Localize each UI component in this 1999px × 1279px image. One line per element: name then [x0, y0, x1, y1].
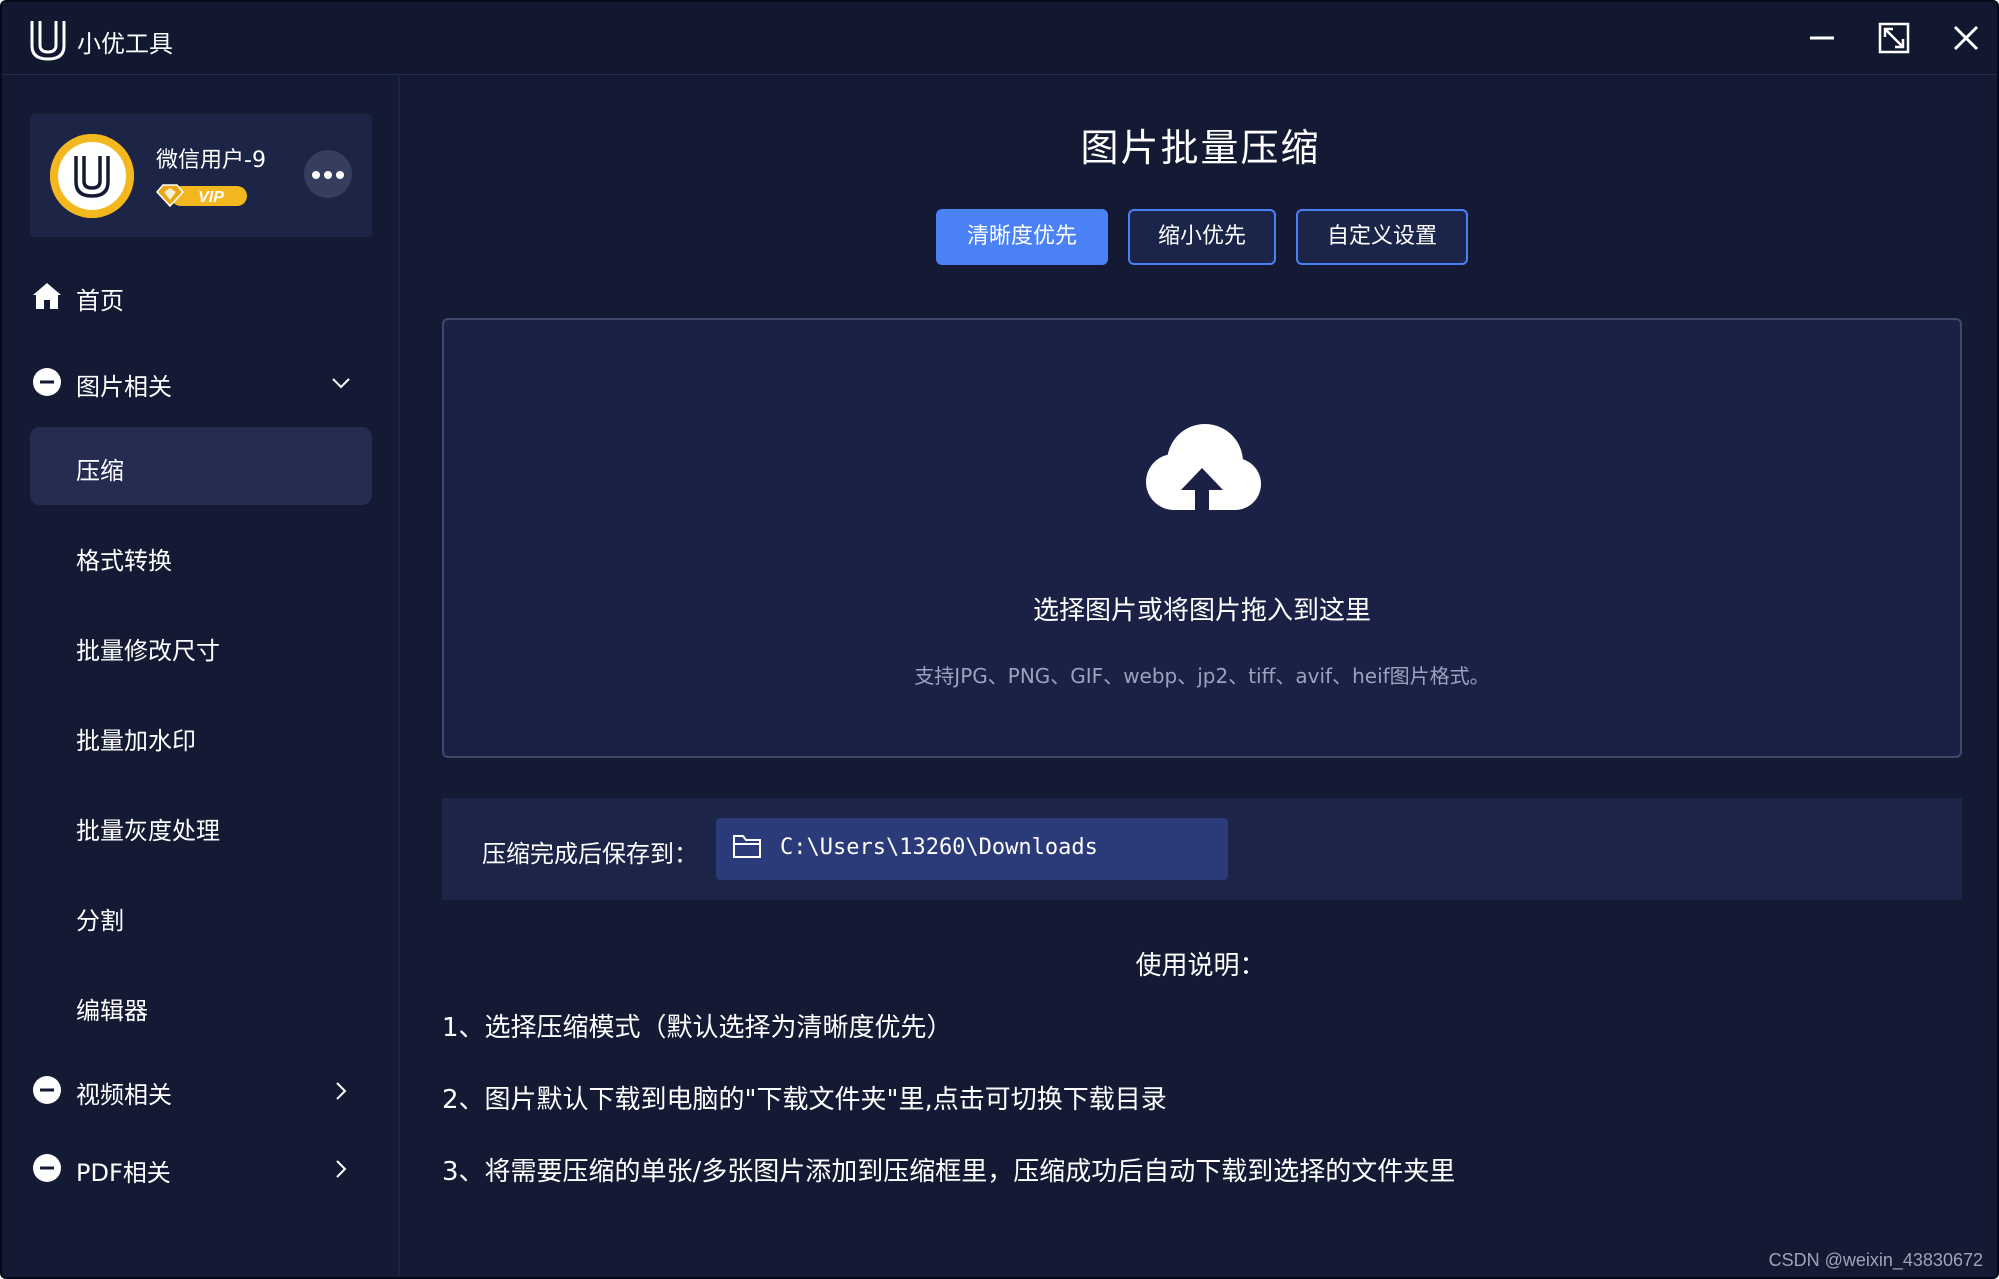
sidebar-item-batch-resize[interactable]: 批量修改尺寸	[30, 607, 372, 685]
mode-button-clarity-first[interactable]: 清晰度优先	[936, 209, 1108, 265]
minus-circle-icon	[33, 1154, 61, 1182]
sidebar-item-label: 压缩	[76, 457, 124, 485]
minimize-icon	[1810, 36, 1834, 40]
sidebar-item-compress[interactable]: 压缩	[30, 427, 372, 505]
sidebar-item-split[interactable]: 分割	[30, 877, 372, 955]
save-location-row: 压缩完成后保存到： C:\Users\13260\Downloads	[442, 798, 1962, 900]
close-icon	[1953, 25, 1979, 51]
maximize-button[interactable]	[1872, 16, 1916, 60]
chevron-down-icon	[332, 378, 350, 389]
vip-badge: VIP	[155, 184, 247, 208]
sidebar-item-label: 批量修改尺寸	[76, 637, 220, 665]
sidebar-item-label: 首页	[76, 287, 124, 315]
sidebar-item-label: 编辑器	[76, 997, 148, 1025]
sidebar-item-label: 批量灰度处理	[76, 817, 220, 845]
save-path-text: C:\Users\13260\Downloads	[780, 835, 1098, 860]
more-options-button[interactable]	[304, 150, 352, 198]
page-title: 图片批量压缩	[1080, 126, 1321, 170]
usage-line: 2、图片默认下载到电脑的"下载文件夹"里,点击可切换下载目录	[442, 1085, 1167, 1115]
sidebar-item-editor[interactable]: 编辑器	[30, 967, 372, 1045]
sidebar-item-home[interactable]: 首页	[30, 266, 372, 326]
sidebar-group-pdf[interactable]: PDF相关	[30, 1138, 372, 1198]
sidebar-group-label: 图片相关	[76, 373, 172, 401]
usage-line: 3、将需要压缩的单张/多张图片添加到压缩框里，压缩成功后自动下载到选择的文件夹里	[442, 1157, 1456, 1187]
sidebar: 微信用户-9 VIP 首页 图片相关 压缩 格式转换 批量修改尺寸 批量加水印 …	[2, 75, 400, 1277]
folder-icon	[733, 835, 761, 858]
avatar[interactable]	[50, 134, 134, 218]
mode-button-custom[interactable]: 自定义设置	[1296, 209, 1468, 265]
sidebar-item-label: 格式转换	[76, 547, 172, 575]
sidebar-item-batch-grayscale[interactable]: 批量灰度处理	[30, 787, 372, 865]
sidebar-group-video[interactable]: 视频相关	[30, 1060, 372, 1120]
main-content: 图片批量压缩 清晰度优先 缩小优先 自定义设置 选择图片或将图片拖入到这里 支持…	[402, 75, 1997, 1277]
sidebar-group-image[interactable]: 图片相关	[30, 352, 372, 412]
minus-circle-icon	[33, 368, 61, 396]
usage-line: 1、选择压缩模式（默认选择为清晰度优先）	[442, 1013, 953, 1043]
sidebar-group-label: 视频相关	[76, 1081, 172, 1109]
vip-badge-label: VIP	[198, 189, 224, 206]
cloud-upload-icon	[1146, 424, 1261, 512]
app-window: 小优工具 微信用户-9 VIP 首页 图片相关 压缩 格式转换 批量修改尺寸 批…	[0, 0, 1999, 1279]
dropzone-supported-formats: 支持JPG、PNG、GIF、webp、jp2、tiff、avif、heif图片格…	[914, 664, 1490, 688]
avatar-logo-icon	[50, 134, 134, 218]
title-bar: 小优工具	[2, 2, 1997, 75]
save-location-label: 压缩完成后保存到：	[482, 840, 698, 868]
chevron-right-icon	[336, 1082, 347, 1100]
mode-button-size-first[interactable]: 缩小优先	[1128, 209, 1276, 265]
sidebar-item-format-convert[interactable]: 格式转换	[30, 517, 372, 595]
upload-dropzone[interactable]: 选择图片或将图片拖入到这里 支持JPG、PNG、GIF、webp、jp2、tif…	[442, 318, 1962, 758]
sidebar-group-label: PDF相关	[76, 1159, 171, 1187]
more-dot	[336, 171, 344, 179]
dropzone-title: 选择图片或将图片拖入到这里	[1032, 596, 1371, 626]
chevron-right-icon	[336, 1160, 347, 1178]
more-dot	[312, 171, 320, 179]
save-path-selector[interactable]: C:\Users\13260\Downloads	[716, 818, 1228, 880]
username: 微信用户-9	[156, 148, 266, 173]
minimize-button[interactable]	[1800, 16, 1844, 60]
app-logo-icon	[30, 21, 66, 61]
sidebar-item-label: 批量加水印	[76, 727, 196, 755]
sidebar-item-label: 分割	[76, 907, 124, 935]
close-button[interactable]	[1944, 16, 1988, 60]
sidebar-item-batch-watermark[interactable]: 批量加水印	[30, 697, 372, 775]
usage-title: 使用说明：	[1135, 951, 1266, 981]
home-icon	[33, 283, 61, 309]
minus-circle-icon	[33, 1076, 61, 1104]
user-card: 微信用户-9 VIP	[30, 114, 372, 237]
app-title: 小优工具	[77, 30, 173, 58]
watermark: CSDN @weixin_43830672	[1768, 1250, 1983, 1270]
maximize-icon	[1878, 22, 1910, 54]
more-dot	[324, 171, 332, 179]
